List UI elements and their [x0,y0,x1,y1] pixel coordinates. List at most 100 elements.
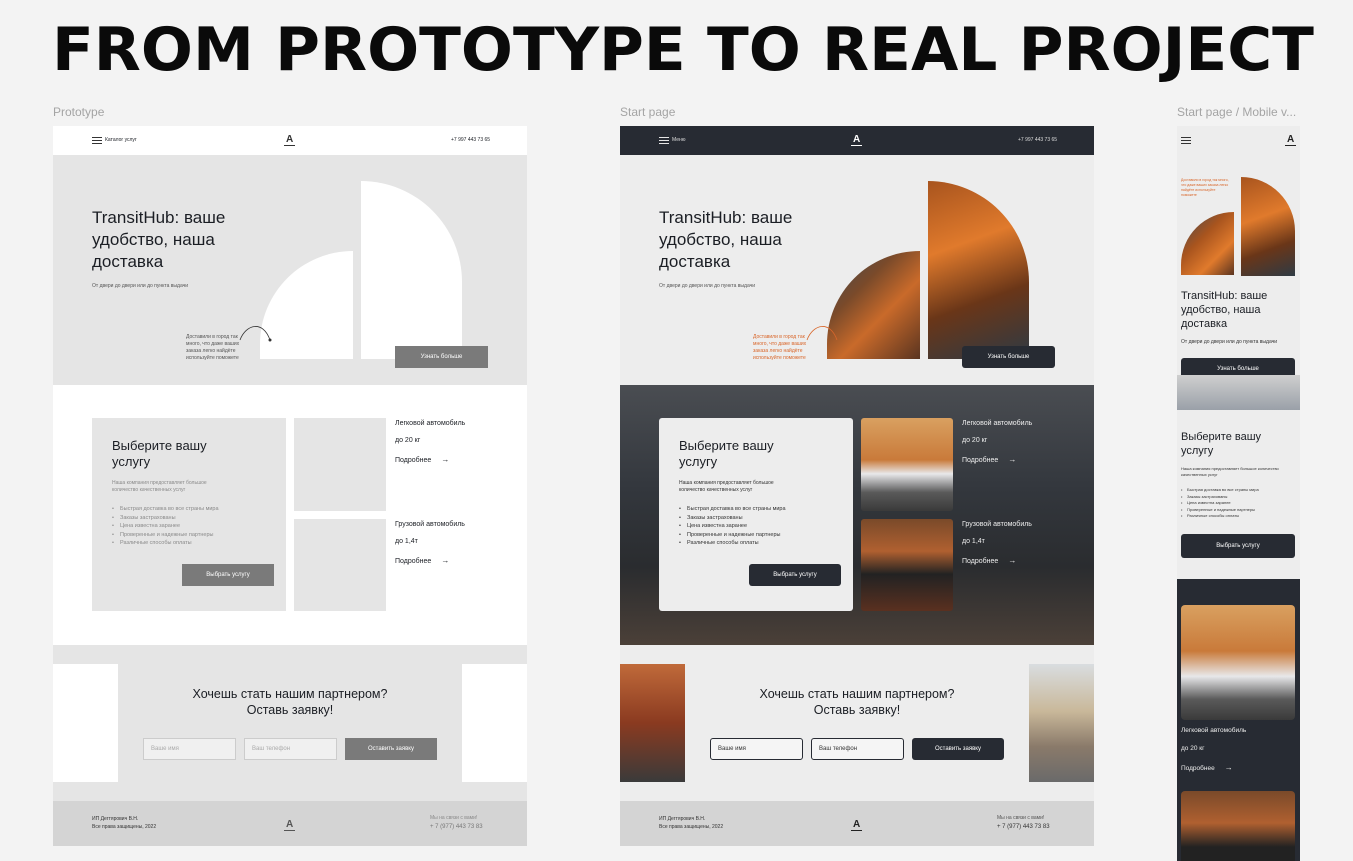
car-service-capacity: до 20 кг [962,437,988,444]
mobile-frame-label[interactable]: Start page / Mobile v... [1177,105,1296,119]
services-description: Наша компания предоставляет большое коли… [112,480,207,493]
feature-item: Заказы застрахованы [679,514,786,523]
truck-photo [861,519,953,611]
proto-menu-label[interactable]: Каталог услуг [105,137,137,144]
truck-more-link[interactable]: Подробнее → [962,556,1016,565]
start-phone[interactable]: +7 997 443 73 65 [1018,137,1057,144]
mobile-frame[interactable]: A Доставили в город так много, что даже … [1177,126,1300,861]
menu-icon[interactable] [1181,137,1191,144]
truck-service-capacity: до 1,4т [962,538,985,545]
arrow-right-icon: → [1008,556,1017,565]
car-photo [1181,605,1295,720]
container-photo-small [827,251,920,359]
footer-phone[interactable]: + 7 (977) 443 73 83 [997,824,1050,830]
hero-subtitle: От двери до двери или до пункта выдачи [1181,339,1278,345]
submit-button[interactable]: Оставить заявку [912,738,1004,760]
services-title: Выберите вашу услугу [112,438,207,469]
name-input[interactable]: Ваше имя [710,738,803,760]
car-service-name: Легковой автомобиль [395,420,466,427]
choose-service-button[interactable]: Выбрать услугу [182,564,274,586]
note-connector-icon [806,326,838,341]
phone-input[interactable]: Ваш телефон [811,738,904,760]
footer-logo-icon[interactable]: A [850,819,863,831]
start-services: Выберите вашу услугу Наша компания предо… [620,385,1094,645]
services-card: Выберите вашу услугу Наша компания предо… [659,418,853,611]
proto-navbar: Каталог услуг A +7 997 443 73 65 [53,126,527,155]
mobile-services-card: Выберите вашу услугу Наша компания предо… [1177,410,1300,579]
footer-contact-label: Мы на связи с вами! [430,815,478,821]
logo-icon[interactable]: A [1284,134,1297,146]
services-title: Выберите вашу услугу [679,438,774,469]
container-photo-large [928,181,1029,359]
partner-title: Хочешь стать нашим партнером? Оставь зая… [192,687,388,717]
hero-note: Доставили в город так много, что даже ва… [1181,178,1229,197]
hero-note: Доставили в город так много, что даже ва… [186,334,240,361]
truck-image-placeholder [294,519,386,611]
name-input[interactable]: Ваше имя [143,738,236,760]
hero-title: TransitHub: ваше удобство, наша доставка [659,208,793,271]
learn-more-button[interactable]: Узнать больше [395,346,488,368]
choose-service-button[interactable]: Выбрать услугу [749,564,841,586]
proto-services: Выберите вашу услугу Наша компания предо… [53,385,527,645]
hero-subtitle: От двери до двери или до пункта выдачи [659,283,756,289]
feature-item: Цена известна заранее [679,522,786,531]
car-more-link[interactable]: Подробнее → [395,455,449,464]
prototype-frame[interactable]: Каталог услуг A +7 997 443 73 65 Transit… [53,126,527,846]
services-feature-list: Быстрая доставка во все страны мира Зака… [1181,487,1259,520]
partner-photo-right [1029,664,1094,782]
car-service-capacity: до 20 кг [395,437,421,444]
car-more-link[interactable]: Подробнее → [962,455,1016,464]
phone-input[interactable]: Ваш телефон [244,738,337,760]
proto-partner: Хочешь стать нашим партнером? Оставь зая… [53,645,527,801]
menu-icon[interactable] [659,137,669,144]
mobile-navbar: A [1177,126,1300,155]
feature-item: Проверенные и надежные партнеры [112,531,219,540]
proto-phone[interactable]: +7 997 443 73 65 [451,137,490,144]
arrow-right-icon: → [1008,455,1017,464]
services-description: Наша компания предоставляет большое коли… [679,480,774,493]
arrow-right-icon: → [441,556,450,565]
feature-item: Быстрая доставка во все страны мира [112,505,219,514]
prototype-frame-label[interactable]: Prototype [53,105,104,119]
feature-item: Быстрая доставка во все страны мира [679,505,786,514]
start-navbar: Меню A +7 997 443 73 65 [620,126,1094,155]
hero-note: Доставили в город так много, что даже ва… [753,334,807,361]
truck-more-link[interactable]: Подробнее → [395,556,449,565]
feature-item: Цена известна заранее [112,522,219,531]
proto-hero: TransitHub: ваше удобство, наша доставка… [53,155,527,385]
arrow-right-icon: → [441,455,450,464]
container-photo-small [1181,212,1234,275]
more-label: Подробнее [962,457,999,464]
logo-icon[interactable]: A [283,134,296,146]
feature-item: Различные способы оплаты [112,539,219,548]
logo-icon[interactable]: A [850,134,863,146]
learn-more-button[interactable]: Узнать больше [962,346,1055,368]
choose-service-button[interactable]: Выбрать услугу [1181,534,1295,558]
feature-item: Различные способы оплаты [679,539,786,548]
start-page-frame[interactable]: Меню A +7 997 443 73 65 TransitHub: ваше… [620,126,1094,846]
image-placeholder-large [361,181,462,359]
partner-image-right [462,664,527,782]
footer-company: ИП Дегтярович В.Н. Все права защищены, 20… [92,816,157,830]
start-frame-label[interactable]: Start page [620,105,675,119]
services-feature-list: Быстрая доставка во все страны мира Зака… [679,505,786,548]
more-label: Подробнее [1181,765,1215,772]
start-menu-label[interactable]: Меню [672,137,686,144]
car-service-name: Легковой автомобиль [1181,727,1247,734]
start-footer: ИП Дегтярович В.Н. Все права защищены, 20… [620,801,1094,846]
car-more-link[interactable]: Подробнее → [1181,763,1233,772]
more-label: Подробнее [395,558,432,565]
footer-phone[interactable]: + 7 (977) 443 73 83 [430,824,483,830]
partner-photo-left [620,664,685,782]
hero-title: TransitHub: ваше удобство, наша доставка [92,208,226,271]
feature-item: Проверенные и надежные партнеры [679,531,786,540]
submit-button[interactable]: Оставить заявку [345,738,437,760]
car-image-placeholder [294,418,386,511]
footer-logo-icon[interactable]: A [283,819,296,831]
truck-photo [1181,791,1295,861]
car-service-capacity: до 20 кг [1181,745,1205,752]
car-photo [861,418,953,511]
menu-icon[interactable] [92,137,102,144]
car-service-name: Легковой автомобиль [962,420,1033,427]
more-label: Подробнее [395,457,432,464]
